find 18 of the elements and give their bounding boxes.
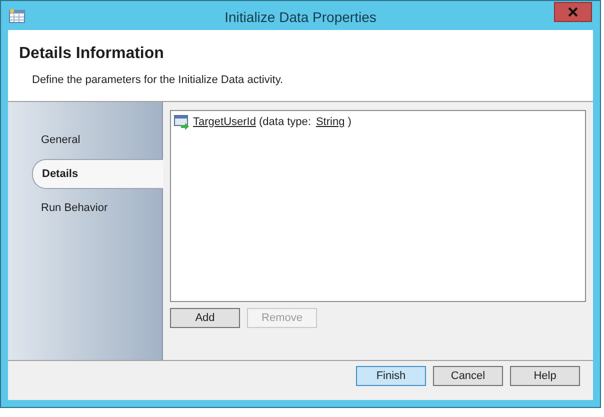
dialog-button[interactable]: Cancel [433, 366, 503, 386]
sidebar-tab[interactable]: Run Behavior [32, 197, 162, 219]
table-icon [9, 8, 25, 22]
closing-paren: ) [348, 115, 352, 130]
parameter-name-link[interactable]: TargetUserId [193, 114, 256, 130]
data-type-label: (data type: [258, 115, 311, 130]
header-title: Details Information [19, 44, 165, 64]
close-button[interactable] [554, 2, 592, 22]
header-subtitle: Define the parameters for the Initialize Data activity. [32, 73, 284, 88]
window-title: Initialize Data Properties [224, 8, 378, 27]
list-button[interactable]: Add [170, 308, 240, 328]
close-icon [568, 6, 578, 16]
sidebar-tab[interactable]: Details [32, 159, 163, 189]
dialog-button[interactable]: Finish [356, 366, 426, 386]
dialog-button[interactable]: Help [510, 366, 580, 386]
sidebar-tab[interactable]: General [32, 129, 162, 151]
parameter-icon [174, 114, 190, 130]
data-type-link[interactable]: String [316, 114, 345, 130]
